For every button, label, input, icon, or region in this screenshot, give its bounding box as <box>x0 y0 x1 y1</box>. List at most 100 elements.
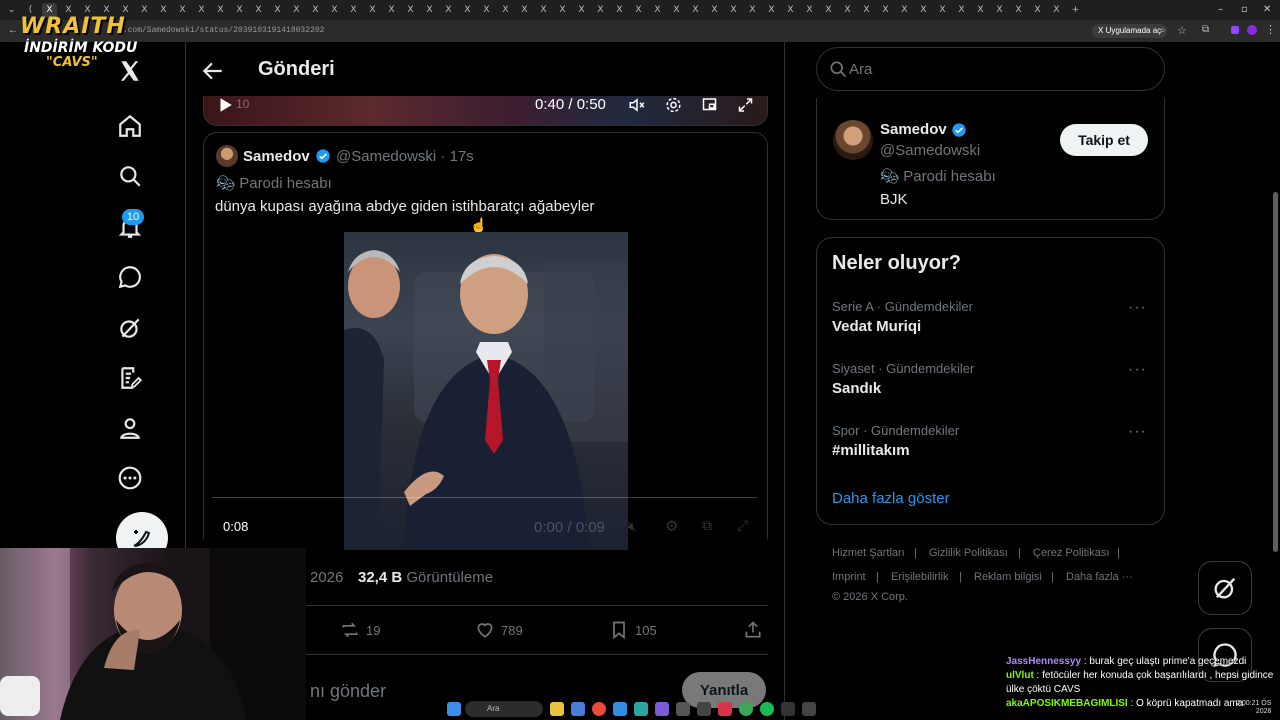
tab[interactable]: X <box>992 3 1007 17</box>
tab[interactable]: X <box>1049 3 1064 17</box>
settings-gear-icon[interactable] <box>664 96 683 114</box>
fullscreen-icon[interactable]: ⤢ <box>737 517 748 534</box>
tab[interactable]: X <box>384 3 399 17</box>
minimize-icon[interactable]: – <box>1218 4 1223 15</box>
app-icon[interactable] <box>697 702 711 716</box>
tab[interactable]: X <box>194 3 209 17</box>
mute-icon[interactable]: 🔇︎ <box>628 518 637 535</box>
app-icon[interactable] <box>718 702 732 716</box>
footer-link-ads-info[interactable]: Reklam bilgisi <box>974 571 1042 583</box>
post-date[interactable]: 2026 <box>310 569 343 586</box>
bookmark-star-icon[interactable]: ☆ <box>1177 24 1187 37</box>
tab[interactable]: X <box>289 3 304 17</box>
tab[interactable]: X <box>897 3 912 17</box>
tab[interactable]: X <box>517 3 532 17</box>
tab[interactable]: X <box>175 3 190 17</box>
tab[interactable]: X <box>954 3 969 17</box>
url-text[interactable]: x.com/Samedowski/status/2039103191418032… <box>118 26 324 35</box>
video-progress-bar[interactable] <box>212 497 757 498</box>
footer-link-cookies[interactable]: Çerez Politikası <box>1033 547 1109 559</box>
footer-link-accessibility[interactable]: Erişilebilirlik <box>891 571 948 583</box>
file-explorer-icon[interactable] <box>550 702 564 716</box>
tab[interactable]: X <box>878 3 893 17</box>
tab[interactable]: X <box>707 3 722 17</box>
tab[interactable]: X <box>859 3 874 17</box>
tab[interactable]: X <box>365 3 380 17</box>
follow-button[interactable]: Takip et <box>1060 124 1148 156</box>
tab-menu-icon[interactable]: ⌄ <box>4 3 19 17</box>
tab[interactable]: X <box>270 3 285 17</box>
avatar[interactable] <box>216 145 238 167</box>
footer-link-privacy[interactable]: Gizlilik Politikası <box>929 547 1008 559</box>
twitch-extension-icon[interactable] <box>1231 26 1239 34</box>
tab[interactable]: X <box>213 3 228 17</box>
app-icon[interactable] <box>634 702 648 716</box>
tab[interactable]: X <box>935 3 950 17</box>
play-icon[interactable] <box>216 96 234 114</box>
open-in-app-button[interactable]: X Uygulamada aç <box>1092 24 1168 38</box>
extensions-icon[interactable]: ⧉ <box>1202 24 1209 35</box>
chrome-icon[interactable] <box>739 702 753 716</box>
app-icon[interactable] <box>571 702 585 716</box>
tab[interactable]: X <box>346 3 361 17</box>
footer-link-imprint[interactable]: Imprint <box>832 571 866 583</box>
tab[interactable]: X <box>612 3 627 17</box>
tab[interactable]: X <box>137 3 152 17</box>
taskbar-search[interactable]: Ara <box>465 701 543 717</box>
browser-back-icon[interactable]: ← <box>8 25 18 36</box>
avatar[interactable] <box>833 120 873 160</box>
like-button[interactable]: 789 <box>475 620 523 640</box>
tab[interactable]: X <box>574 3 589 17</box>
tab[interactable]: X <box>726 3 741 17</box>
spotify-icon[interactable] <box>760 702 774 716</box>
tab[interactable]: X <box>650 3 665 17</box>
picture-in-picture-icon[interactable] <box>700 96 719 114</box>
articles-icon[interactable] <box>113 361 147 395</box>
tab[interactable]: X <box>460 3 475 17</box>
more-options-icon[interactable]: ··· <box>1128 423 1147 441</box>
footer-link-terms[interactable]: Hizmet Şartları <box>832 547 905 559</box>
reply-input[interactable]: nı gönder <box>310 681 386 702</box>
x-logo-icon[interactable] <box>113 54 147 88</box>
close-window-icon[interactable]: ✕ <box>1263 4 1271 15</box>
fullscreen-icon[interactable] <box>736 96 755 114</box>
tab[interactable]: X <box>498 3 513 17</box>
maximize-icon[interactable]: ▫ <box>1241 4 1248 15</box>
tab[interactable]: X <box>669 3 684 17</box>
app-icon[interactable] <box>781 702 795 716</box>
app-icon[interactable] <box>802 702 816 716</box>
mute-icon[interactable] <box>627 96 647 114</box>
tab[interactable]: X <box>479 3 494 17</box>
author-handle[interactable]: @Samedowski · 17s <box>336 148 474 165</box>
tab[interactable]: X <box>764 3 779 17</box>
search-icon[interactable] <box>113 159 147 193</box>
tab[interactable]: X <box>688 3 703 17</box>
tab[interactable]: X <box>555 3 570 17</box>
tab[interactable]: X <box>422 3 437 17</box>
more-options-icon[interactable]: ··· <box>1128 361 1147 379</box>
tab[interactable]: X <box>631 3 646 17</box>
show-more-link[interactable]: Daha fazla göster <box>832 490 950 507</box>
tab[interactable]: X <box>916 3 931 17</box>
tab[interactable]: X <box>536 3 551 17</box>
profile-name[interactable]: Samedov <box>880 121 947 138</box>
repost-button[interactable]: 19 <box>340 620 380 640</box>
main-video-player[interactable] <box>203 96 768 126</box>
profile-icon[interactable] <box>113 411 147 445</box>
more-icon[interactable] <box>113 461 147 495</box>
picture-in-picture-icon[interactable]: ⧉ <box>702 517 712 534</box>
more-options-icon[interactable]: ··· <box>1128 299 1147 317</box>
system-clock[interactable]: 7:00:21 ÖS 2026 <box>1236 700 1271 716</box>
messages-icon[interactable] <box>113 260 147 294</box>
profile-handle[interactable]: @Samedowski <box>880 142 980 159</box>
tab[interactable]: X <box>1030 3 1045 17</box>
tab[interactable]: X <box>783 3 798 17</box>
chrome-icon[interactable] <box>592 702 606 716</box>
back-arrow-icon[interactable] <box>200 58 226 84</box>
trend-name[interactable]: Sandık <box>832 380 881 397</box>
grok-floating-button[interactable] <box>1198 561 1252 615</box>
tab[interactable]: X <box>441 3 456 17</box>
scrollbar[interactable] <box>1273 192 1278 552</box>
tab[interactable]: X <box>308 3 323 17</box>
app-icon[interactable] <box>613 702 627 716</box>
